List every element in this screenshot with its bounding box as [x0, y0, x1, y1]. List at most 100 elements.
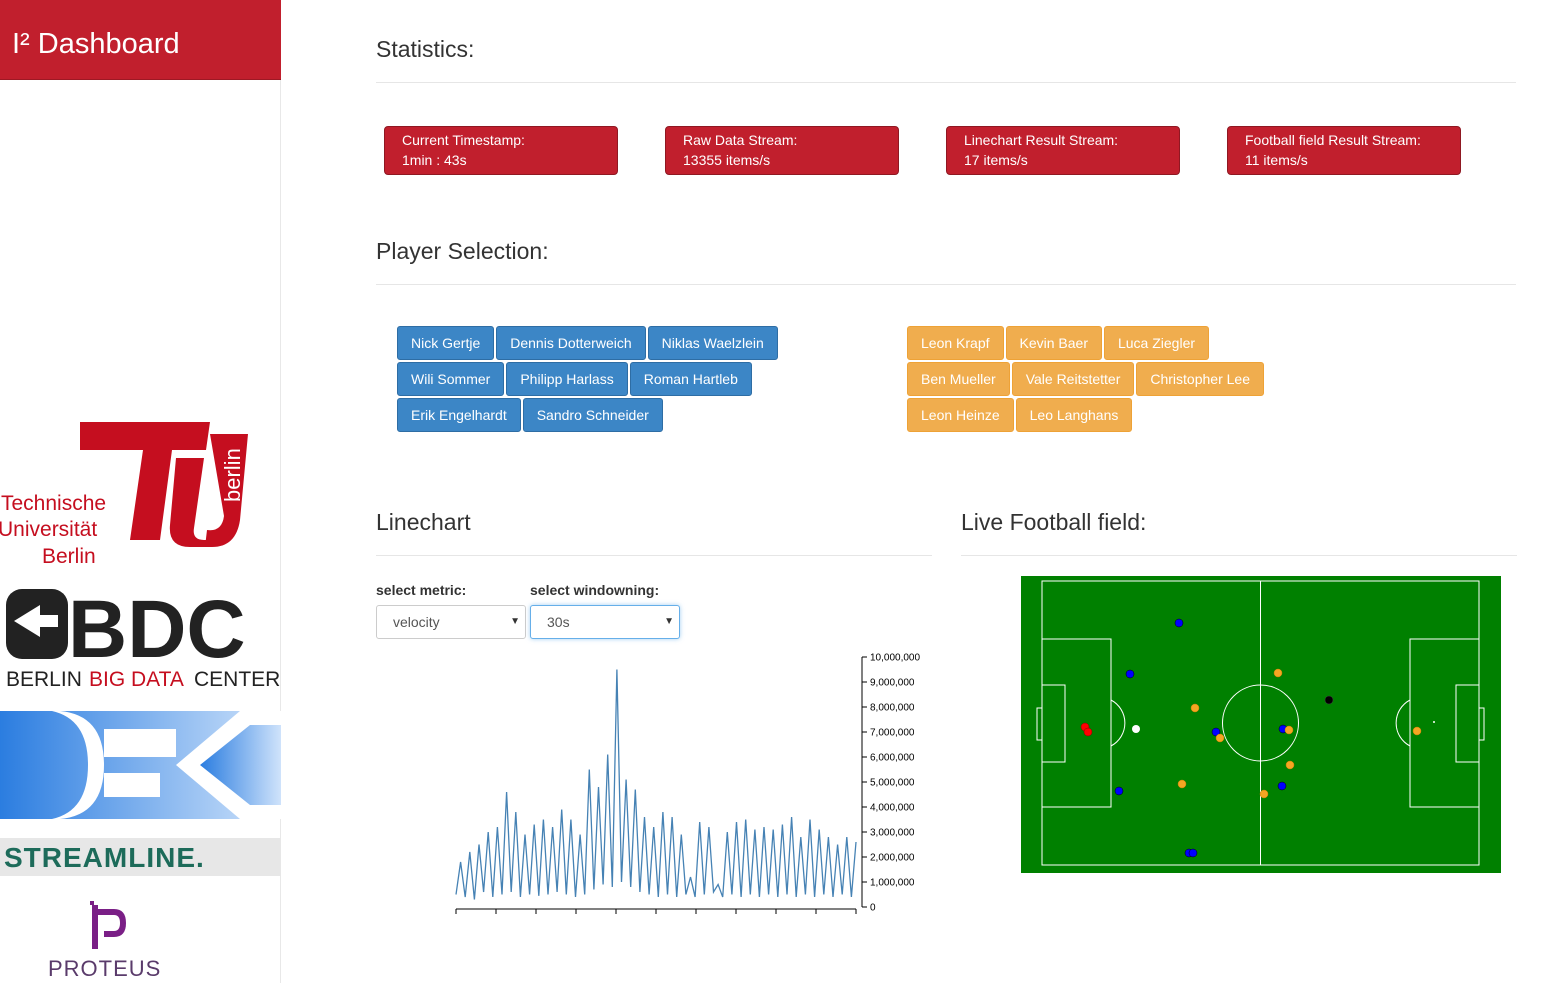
tu-line2: Universität: [0, 518, 97, 541]
orange-team-row-1: Leon Krapf Kevin Baer Luca Ziegler: [907, 326, 1211, 360]
linechart-title: Linechart: [376, 509, 471, 535]
brand-title[interactable]: I² Dashboard: [0, 0, 281, 80]
metric-label: select metric:: [376, 582, 467, 598]
orange-player-marker: [1215, 733, 1225, 743]
ball-marker: [1132, 725, 1140, 733]
bbdc-right-text: CENTER: [194, 668, 280, 691]
proteus-logo: PROTEUS: [0, 895, 281, 983]
orange-player-marker: [1285, 760, 1295, 770]
player-button-orange[interactable]: Vale Reitstetter: [1011, 362, 1135, 396]
player-button-blue[interactable]: Roman Hartleb: [629, 362, 752, 396]
blue-team-row-2: Wili Sommer Philipp Harlass Roman Hartle…: [397, 362, 754, 396]
tu-line1: Technische: [1, 492, 106, 515]
football-field: [1021, 576, 1501, 873]
y-tick-label: 4,000,000: [870, 803, 915, 814]
stat-value: 11 items/s: [1245, 152, 1308, 168]
y-tick-label: 7,000,000: [870, 728, 915, 739]
football-field-divider: [961, 555, 1517, 556]
chevron-down-icon: ▼: [510, 616, 520, 627]
stat-football-field-stream: Football field Result Stream: 11 items/s: [1227, 126, 1461, 175]
y-tick-label: 5,000,000: [870, 778, 915, 789]
y-tick-label: 1,000,000: [870, 878, 915, 889]
stat-current-timestamp: Current Timestamp: 1min : 43s: [384, 126, 618, 175]
player-button-orange[interactable]: Luca Ziegler: [1103, 326, 1210, 360]
player-button-blue[interactable]: Wili Sommer: [397, 362, 505, 396]
tu-berlin-side-text: berlin: [220, 448, 245, 502]
streamline-text: STREAMLINE.: [4, 842, 205, 873]
bbdc-logo: BDC BERLIN BIG DATA CENTER: [0, 585, 281, 695]
blue-team-row-3: Erik Engelhardt Sandro Schneider: [397, 398, 665, 432]
stat-raw-data-stream: Raw Data Stream: 13355 items/s: [665, 126, 899, 175]
player-button-orange[interactable]: Leon Heinze: [907, 398, 1014, 432]
orange-player-marker: [1284, 725, 1294, 735]
player-button-blue[interactable]: Erik Engelhardt: [397, 398, 521, 432]
bbdc-mid-text: BIG DATA: [89, 668, 184, 691]
statistics-title: Statistics:: [376, 36, 475, 62]
metric-select-value: velocity: [393, 614, 440, 630]
player-button-orange[interactable]: Christopher Lee: [1136, 362, 1264, 396]
stat-linechart-stream: Linechart Result Stream: 17 items/s: [946, 126, 1180, 175]
window-label: select windowning:: [530, 582, 660, 598]
goalkeeper-marker: [1083, 727, 1093, 737]
linechart-plot: 0 1,000,000 2,000,000 3,000,000 4,000,000 5,0…: [455, 653, 920, 914]
linechart-divider: [376, 555, 932, 556]
bbdc-main-text: BDC: [68, 585, 246, 675]
y-axis: 0 1,000,000 2,000,000 3,000,000 4,000,000 5,0…: [861, 653, 920, 914]
blue-player-marker: [1188, 848, 1198, 858]
stat-value: 17 items/s: [964, 152, 1028, 168]
orange-player-marker: [1177, 779, 1187, 789]
y-tick-label: 10,000,000: [870, 653, 920, 664]
blue-player-marker: [1114, 786, 1124, 796]
football-field-title: Live Football field:: [961, 509, 1147, 535]
chevron-down-icon: ▼: [664, 616, 674, 627]
player-button-orange[interactable]: Kevin Baer: [1005, 326, 1102, 360]
proteus-text: PROTEUS: [48, 956, 161, 981]
stat-label: Linechart Result Stream:: [964, 132, 1119, 148]
blue-player-marker: [1174, 618, 1184, 628]
blue-team-row-1: Nick Gertje Dennis Dotterweich Niklas Wa…: [397, 326, 780, 360]
streamline-logo: STREAMLINE.: [0, 838, 281, 876]
y-tick-label: 0: [870, 903, 876, 914]
statistics-divider: [376, 82, 1516, 83]
stat-label: Current Timestamp:: [402, 132, 525, 148]
player-button-blue[interactable]: Sandro Schneider: [522, 398, 663, 432]
orange-team-row-3: Leon Heinze Leo Langhans: [907, 398, 1134, 432]
blue-player-marker: [1125, 669, 1135, 679]
referee-marker: [1324, 695, 1334, 705]
dfki-logo: [0, 711, 281, 819]
y-tick-label: 6,000,000: [870, 753, 915, 764]
tu-berlin-logo: berlin Technische Universität Berlin: [0, 420, 281, 585]
metric-select[interactable]: velocity ▼: [376, 605, 526, 639]
player-button-orange[interactable]: Ben Mueller: [907, 362, 1010, 396]
orange-player-marker: [1412, 726, 1422, 736]
orange-team-row-2: Ben Mueller Vale Reitstetter Christopher…: [907, 362, 1266, 396]
y-tick-label: 8,000,000: [870, 703, 915, 714]
stat-label: Raw Data Stream:: [683, 132, 798, 148]
bbdc-left-text: BERLIN: [6, 668, 82, 691]
blue-player-marker: [1277, 781, 1287, 791]
stat-value: 1min : 43s: [402, 152, 467, 168]
x-axis: [455, 908, 857, 914]
y-tick-label: 3,000,000: [870, 828, 915, 839]
orange-player-marker: [1259, 789, 1269, 799]
orange-player-marker: [1190, 703, 1200, 713]
sidebar: I² Dashboard berlin Technische Universit…: [0, 0, 281, 983]
tu-line3: Berlin: [42, 545, 96, 568]
player-button-blue[interactable]: Dennis Dotterweich: [496, 326, 646, 360]
player-button-orange[interactable]: Leon Krapf: [907, 326, 1004, 360]
stat-label: Football field Result Stream:: [1245, 132, 1421, 148]
window-select[interactable]: 30s ▼: [530, 605, 680, 639]
player-selection-divider: [376, 284, 1516, 285]
orange-player-marker: [1273, 668, 1283, 678]
penalty-spot: [1433, 721, 1435, 723]
player-button-orange[interactable]: Leo Langhans: [1015, 398, 1133, 432]
window-select-value: 30s: [547, 614, 570, 630]
player-button-blue[interactable]: Philipp Harlass: [506, 362, 628, 396]
series-line: [455, 669, 857, 900]
stat-value: 13355 items/s: [683, 152, 771, 168]
player-button-blue[interactable]: Nick Gertje: [397, 326, 495, 360]
y-tick-label: 9,000,000: [870, 678, 915, 689]
player-selection-title: Player Selection:: [376, 238, 549, 264]
y-tick-label: 2,000,000: [870, 853, 915, 864]
player-button-blue[interactable]: Niklas Waelzlein: [647, 326, 778, 360]
